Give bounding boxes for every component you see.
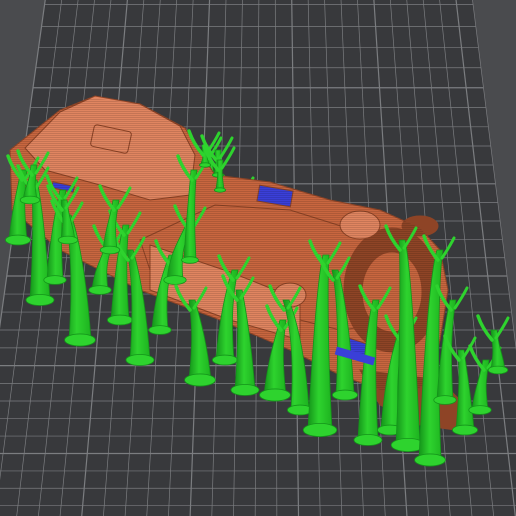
preview-scene[interactable] bbox=[0, 0, 516, 516]
slicer-3d-viewport[interactable] bbox=[0, 0, 516, 516]
